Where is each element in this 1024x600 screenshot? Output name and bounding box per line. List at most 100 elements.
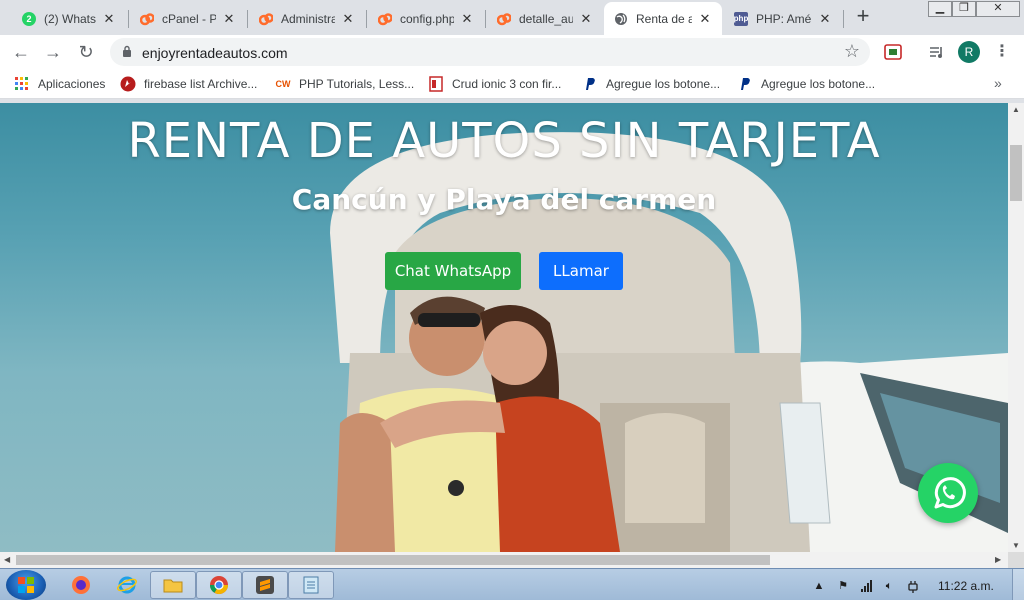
bookmark-paypal-1[interactable]: Agregue los botone...	[582, 76, 720, 92]
minimize-button[interactable]: ▁	[928, 1, 952, 17]
taskbar-internet-explorer[interactable]	[104, 571, 150, 599]
cpanel-icon	[259, 12, 273, 26]
close-icon[interactable]: ✕	[102, 11, 116, 26]
reload-icon[interactable]: ↻	[75, 41, 97, 63]
back-arrow-icon[interactable]: ←	[10, 41, 32, 63]
tab-title: (2) WhatsApp	[44, 11, 96, 26]
bookmark-star-icon[interactable]: ☆	[844, 41, 860, 62]
scroll-down-arrow-icon[interactable]: ▼	[1011, 541, 1021, 550]
apps-grid-icon	[15, 77, 28, 90]
close-icon[interactable]: ✕	[698, 11, 712, 26]
tab-separator	[843, 10, 844, 28]
more-bookmarks-icon[interactable]: »	[994, 75, 1002, 91]
hero-title: RENTA DE AUTOS SIN TARJETA	[127, 113, 881, 169]
tab-separator	[366, 10, 367, 28]
tab-title: Renta de a	[636, 11, 692, 26]
sublime-text-icon	[256, 576, 274, 594]
close-icon[interactable]: ✕	[818, 11, 832, 26]
power-plug-icon[interactable]	[906, 579, 920, 593]
taskbar-clock[interactable]: 11:22 a.m.	[938, 579, 994, 593]
lock-icon	[123, 45, 131, 57]
folder-icon	[163, 579, 183, 593]
action-center-flag-icon[interactable]: ⚑	[836, 579, 850, 593]
scroll-left-arrow-icon[interactable]: ◀	[4, 555, 10, 564]
profile-avatar[interactable]: R	[958, 41, 980, 63]
start-button[interactable]	[6, 570, 46, 600]
bookmark-label: Crud ionic 3 con fir...	[452, 77, 562, 91]
browser-toolbar: ← → ↻ enjoyrentadeautos.com ☆ R ⋮	[0, 35, 1024, 69]
show-desktop-button[interactable]	[1012, 569, 1024, 600]
whatsapp-float-button[interactable]	[918, 463, 978, 523]
forward-arrow-icon[interactable]: →	[42, 41, 64, 63]
call-button[interactable]: LLamar	[539, 252, 623, 290]
hero-background-image	[330, 132, 1008, 552]
menu-dots-icon[interactable]: ⋮	[994, 41, 1010, 63]
close-window-button[interactable]: ✕	[976, 1, 1020, 17]
bookmark-label: Aplicaciones	[38, 77, 106, 91]
paypal-icon	[741, 78, 750, 90]
tab-detalle[interactable]: detalle_aut ✕	[487, 2, 603, 35]
bookmark-apps[interactable]: Aplicaciones	[14, 76, 105, 92]
bookmark-crud-ionic[interactable]: Crud ionic 3 con fir...	[428, 76, 561, 92]
taskbar-notepad[interactable]	[288, 571, 334, 599]
firebase-icon	[120, 76, 136, 92]
hero-subtitle: Cancún y Playa del carmen	[291, 183, 717, 216]
tab-administra[interactable]: Administra ✕	[249, 2, 365, 35]
chrome-icon	[210, 576, 228, 595]
internet-explorer-icon	[117, 576, 137, 594]
close-icon[interactable]: ✕	[579, 11, 593, 26]
vertical-scrollbar[interactable]: ▲ ▼	[1008, 103, 1024, 552]
close-icon[interactable]: ✕	[222, 11, 236, 26]
page-hero: RENTA DE AUTOS SIN TARJETA Cancún y Play…	[0, 103, 1008, 552]
taskbar-firefox[interactable]	[58, 571, 104, 599]
bookmark-php-tutorials[interactable]: CW PHP Tutorials, Less...	[275, 76, 415, 92]
chat-whatsapp-button[interactable]: Chat WhatsApp	[385, 252, 521, 290]
cw-icon: CW	[275, 79, 291, 89]
bookmark-paypal-2[interactable]: Agregue los botone...	[737, 76, 875, 92]
bookmark-page-icon	[429, 76, 443, 92]
volume-icon[interactable]: 🔈︎	[882, 579, 896, 593]
close-icon[interactable]: ✕	[341, 11, 355, 26]
tab-cpanel[interactable]: cPanel - Pr ✕	[130, 2, 246, 35]
new-tab-button[interactable]: +	[850, 4, 876, 30]
tab-separator	[128, 10, 129, 28]
bookmarks-bar: Aplicaciones firebase list Archive... CW…	[0, 69, 1024, 99]
tab-whatsapp[interactable]: 2 (2) WhatsApp ✕	[12, 2, 126, 35]
network-signal-icon[interactable]	[860, 579, 874, 593]
horizontal-scrollbar[interactable]: ◀ ▶	[0, 552, 1008, 568]
tab-separator	[247, 10, 248, 28]
taskbar-sublime-text[interactable]	[242, 571, 288, 599]
horizontal-scroll-thumb[interactable]	[16, 555, 770, 565]
bookmark-label: Agregue los botone...	[606, 77, 721, 91]
show-hidden-icons-icon[interactable]: ▲	[812, 579, 826, 593]
cpanel-icon	[140, 12, 154, 26]
tab-title: PHP: Amé	[756, 11, 812, 26]
extension-shield-icon[interactable]	[884, 43, 902, 61]
taskbar-file-explorer[interactable]	[150, 571, 196, 599]
taskbar-chrome[interactable]	[196, 571, 242, 599]
bookmark-label: Agregue los botone...	[761, 77, 876, 91]
paypal-icon	[586, 78, 595, 90]
bookmark-firebase[interactable]: firebase list Archive...	[120, 76, 257, 92]
whatsapp-icon	[934, 477, 966, 509]
firefox-icon	[72, 576, 90, 594]
globe-icon	[614, 12, 628, 26]
scroll-up-arrow-icon[interactable]: ▲	[1011, 105, 1021, 114]
bookmark-label: PHP Tutorials, Less...	[299, 77, 415, 91]
scroll-right-arrow-icon[interactable]: ▶	[995, 555, 1001, 564]
close-icon[interactable]: ✕	[460, 11, 474, 26]
tab-title: detalle_aut	[519, 11, 573, 26]
restore-button[interactable]: ❐	[952, 1, 976, 17]
url-text[interactable]: enjoyrentadeautos.com	[142, 45, 288, 61]
tab-config[interactable]: config.php ✕	[368, 2, 484, 35]
media-control-icon[interactable]	[928, 43, 946, 61]
windows-taskbar: ▲ ⚑ 🔈︎ 11:22 a.m.	[0, 568, 1024, 600]
tab-renta-active[interactable]: Renta de a ✕	[604, 2, 722, 35]
tab-php[interactable]: php PHP: Amé ✕	[724, 2, 842, 35]
vertical-scroll-thumb[interactable]	[1010, 145, 1022, 201]
scrollbar-corner	[1008, 552, 1024, 568]
cpanel-icon	[497, 12, 511, 26]
whatsapp-icon: 2	[22, 11, 36, 26]
notepad-icon	[303, 576, 319, 594]
address-bar[interactable]: enjoyrentadeautos.com ☆	[110, 38, 870, 66]
